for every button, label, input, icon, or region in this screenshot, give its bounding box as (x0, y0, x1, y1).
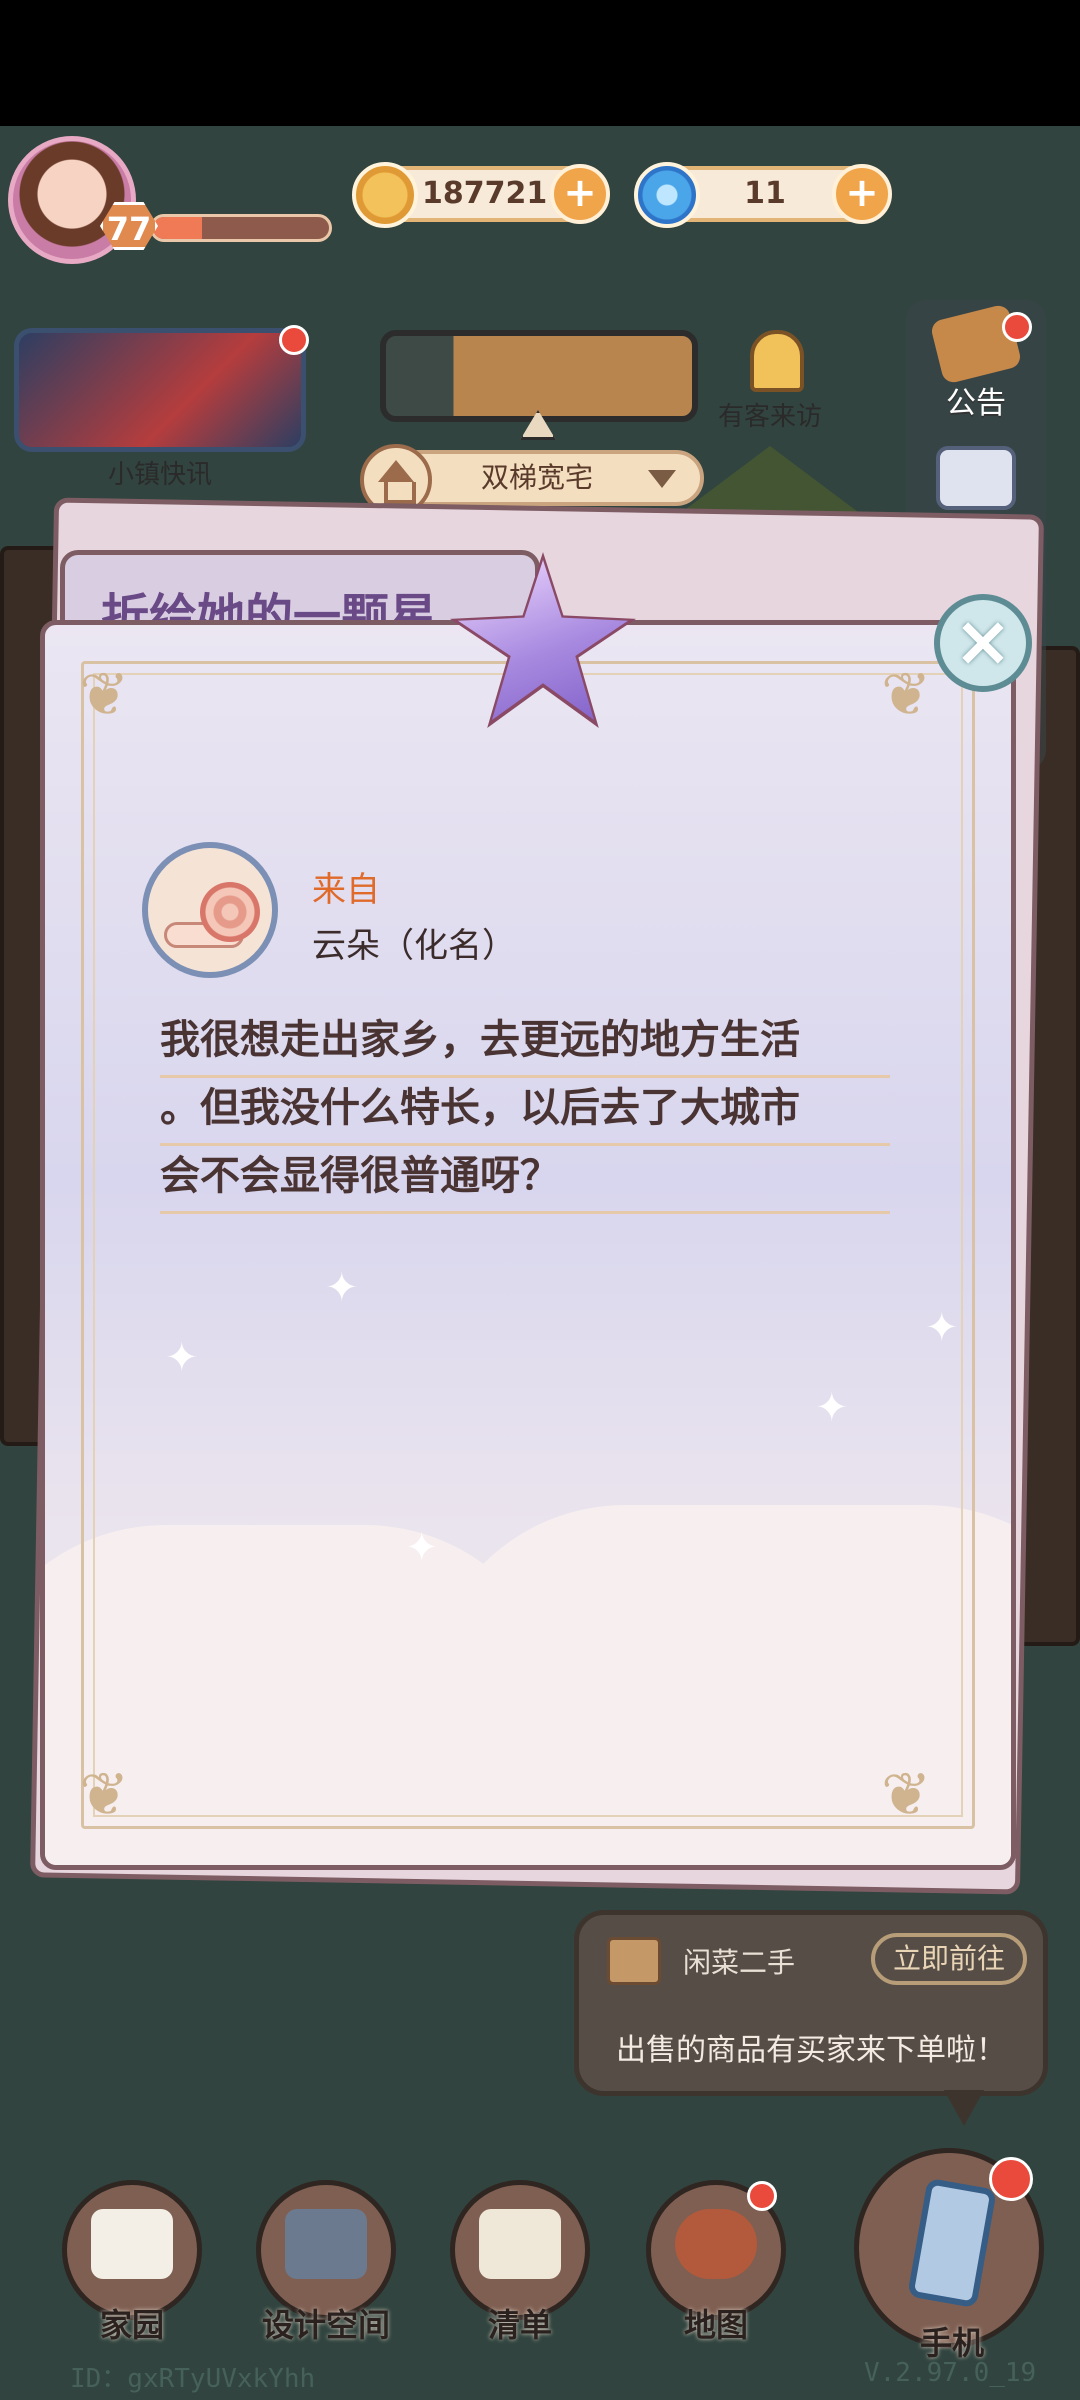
blueprint-icon (285, 2209, 367, 2279)
sparkle-icon: ✦ (925, 1305, 959, 1351)
go-now-button[interactable]: 立即前往 (871, 1933, 1027, 1985)
town-news-card[interactable] (14, 325, 309, 452)
owl-map-icon (675, 2209, 757, 2279)
phone-icon (907, 2177, 997, 2309)
gem-counter: 11 + (634, 162, 892, 228)
sparkle-icon: ✦ (815, 1385, 849, 1431)
nav-map-button[interactable] (646, 2180, 786, 2320)
xp-bar-fill (153, 217, 203, 239)
sender-name: 云朵（化名） (312, 926, 516, 966)
letter-card: ❦ ❦ ❦ ❦ ✦ ✦ ✦ ✦ ✦ (40, 620, 1016, 1870)
ornament-icon: ❦ (881, 1760, 932, 1830)
snail-icon (200, 882, 260, 942)
checklist-icon (479, 2209, 561, 2279)
coin-value: 187721 (422, 176, 548, 211)
message-line: 会不会显得很普通呀？ (160, 1146, 890, 1214)
notification-dot (1002, 312, 1032, 342)
nav-list-label: 清单 (487, 2306, 552, 2344)
town-news-label: 小镇快讯 (107, 460, 212, 490)
close-icon[interactable]: × (934, 594, 1032, 692)
weather-panel[interactable] (380, 330, 698, 422)
nav-list-button[interactable] (450, 2180, 590, 2320)
toast-message: 出售的商品有买家来下单啦！ (616, 2033, 1006, 2068)
ornament-icon: ❦ (79, 660, 130, 730)
nav-design-button[interactable] (256, 2180, 396, 2320)
shop-icon (607, 1937, 661, 1985)
shop-name: 闲菜二手 (683, 1946, 796, 1979)
house-icon (91, 2209, 173, 2279)
xp-bar (150, 214, 332, 242)
mail-icon (936, 446, 1016, 510)
status-bar (0, 0, 1080, 126)
nav-map-label: 地图 (683, 2306, 748, 2344)
chevron-down-icon (648, 470, 676, 488)
app-version: V.2.97.0_19 (864, 2358, 1037, 2388)
sparkle-icon: ✦ (325, 1265, 359, 1311)
nav-home-label: 家园 (99, 2306, 164, 2344)
add-coins-button[interactable]: + (550, 164, 610, 224)
player-id: ID：gxRTyUVxkYhh (70, 2364, 316, 2394)
message-line: 我很想走出家乡，去更远的地方生活 (160, 1010, 890, 1078)
letter-message: 我很想走出家乡，去更远的地方生活 。但我没什么特长，以后去了大城市 会不会显得很… (160, 1010, 890, 1214)
side-item-notice[interactable]: 公告 (906, 303, 1046, 426)
swirl-gem-icon (634, 162, 700, 228)
gem-value: 11 (744, 176, 786, 211)
home-selector[interactable]: 双梯宽宅 (360, 444, 704, 516)
sender-avatar (142, 842, 278, 978)
notification-dot (989, 2157, 1033, 2201)
from-label: 来自 (312, 870, 380, 910)
notification-dot (279, 325, 309, 355)
message-line: 。但我没什么特长，以后去了大城市 (160, 1078, 890, 1146)
add-gems-button[interactable]: + (832, 164, 892, 224)
ornament-icon: ❦ (79, 1760, 130, 1830)
notice-label: 公告 (946, 386, 1006, 421)
home-name: 双梯宽宅 (480, 461, 593, 494)
bell-icon (750, 330, 804, 392)
sparkle-icon: ✦ (165, 1335, 199, 1381)
coin-counter: 187721 + (352, 162, 610, 228)
sparkle-icon: ✦ (405, 1525, 439, 1571)
notification-dot (747, 2181, 777, 2211)
order-toast[interactable]: 闲菜二手 立即前往 出售的商品有买家来下单啦！ (574, 1910, 1048, 2096)
visitor-label: 有客来访 (717, 402, 822, 432)
nav-home-button[interactable] (62, 2180, 202, 2320)
nav-design-label: 设计空间 (261, 2306, 390, 2344)
coin-icon (352, 162, 418, 228)
